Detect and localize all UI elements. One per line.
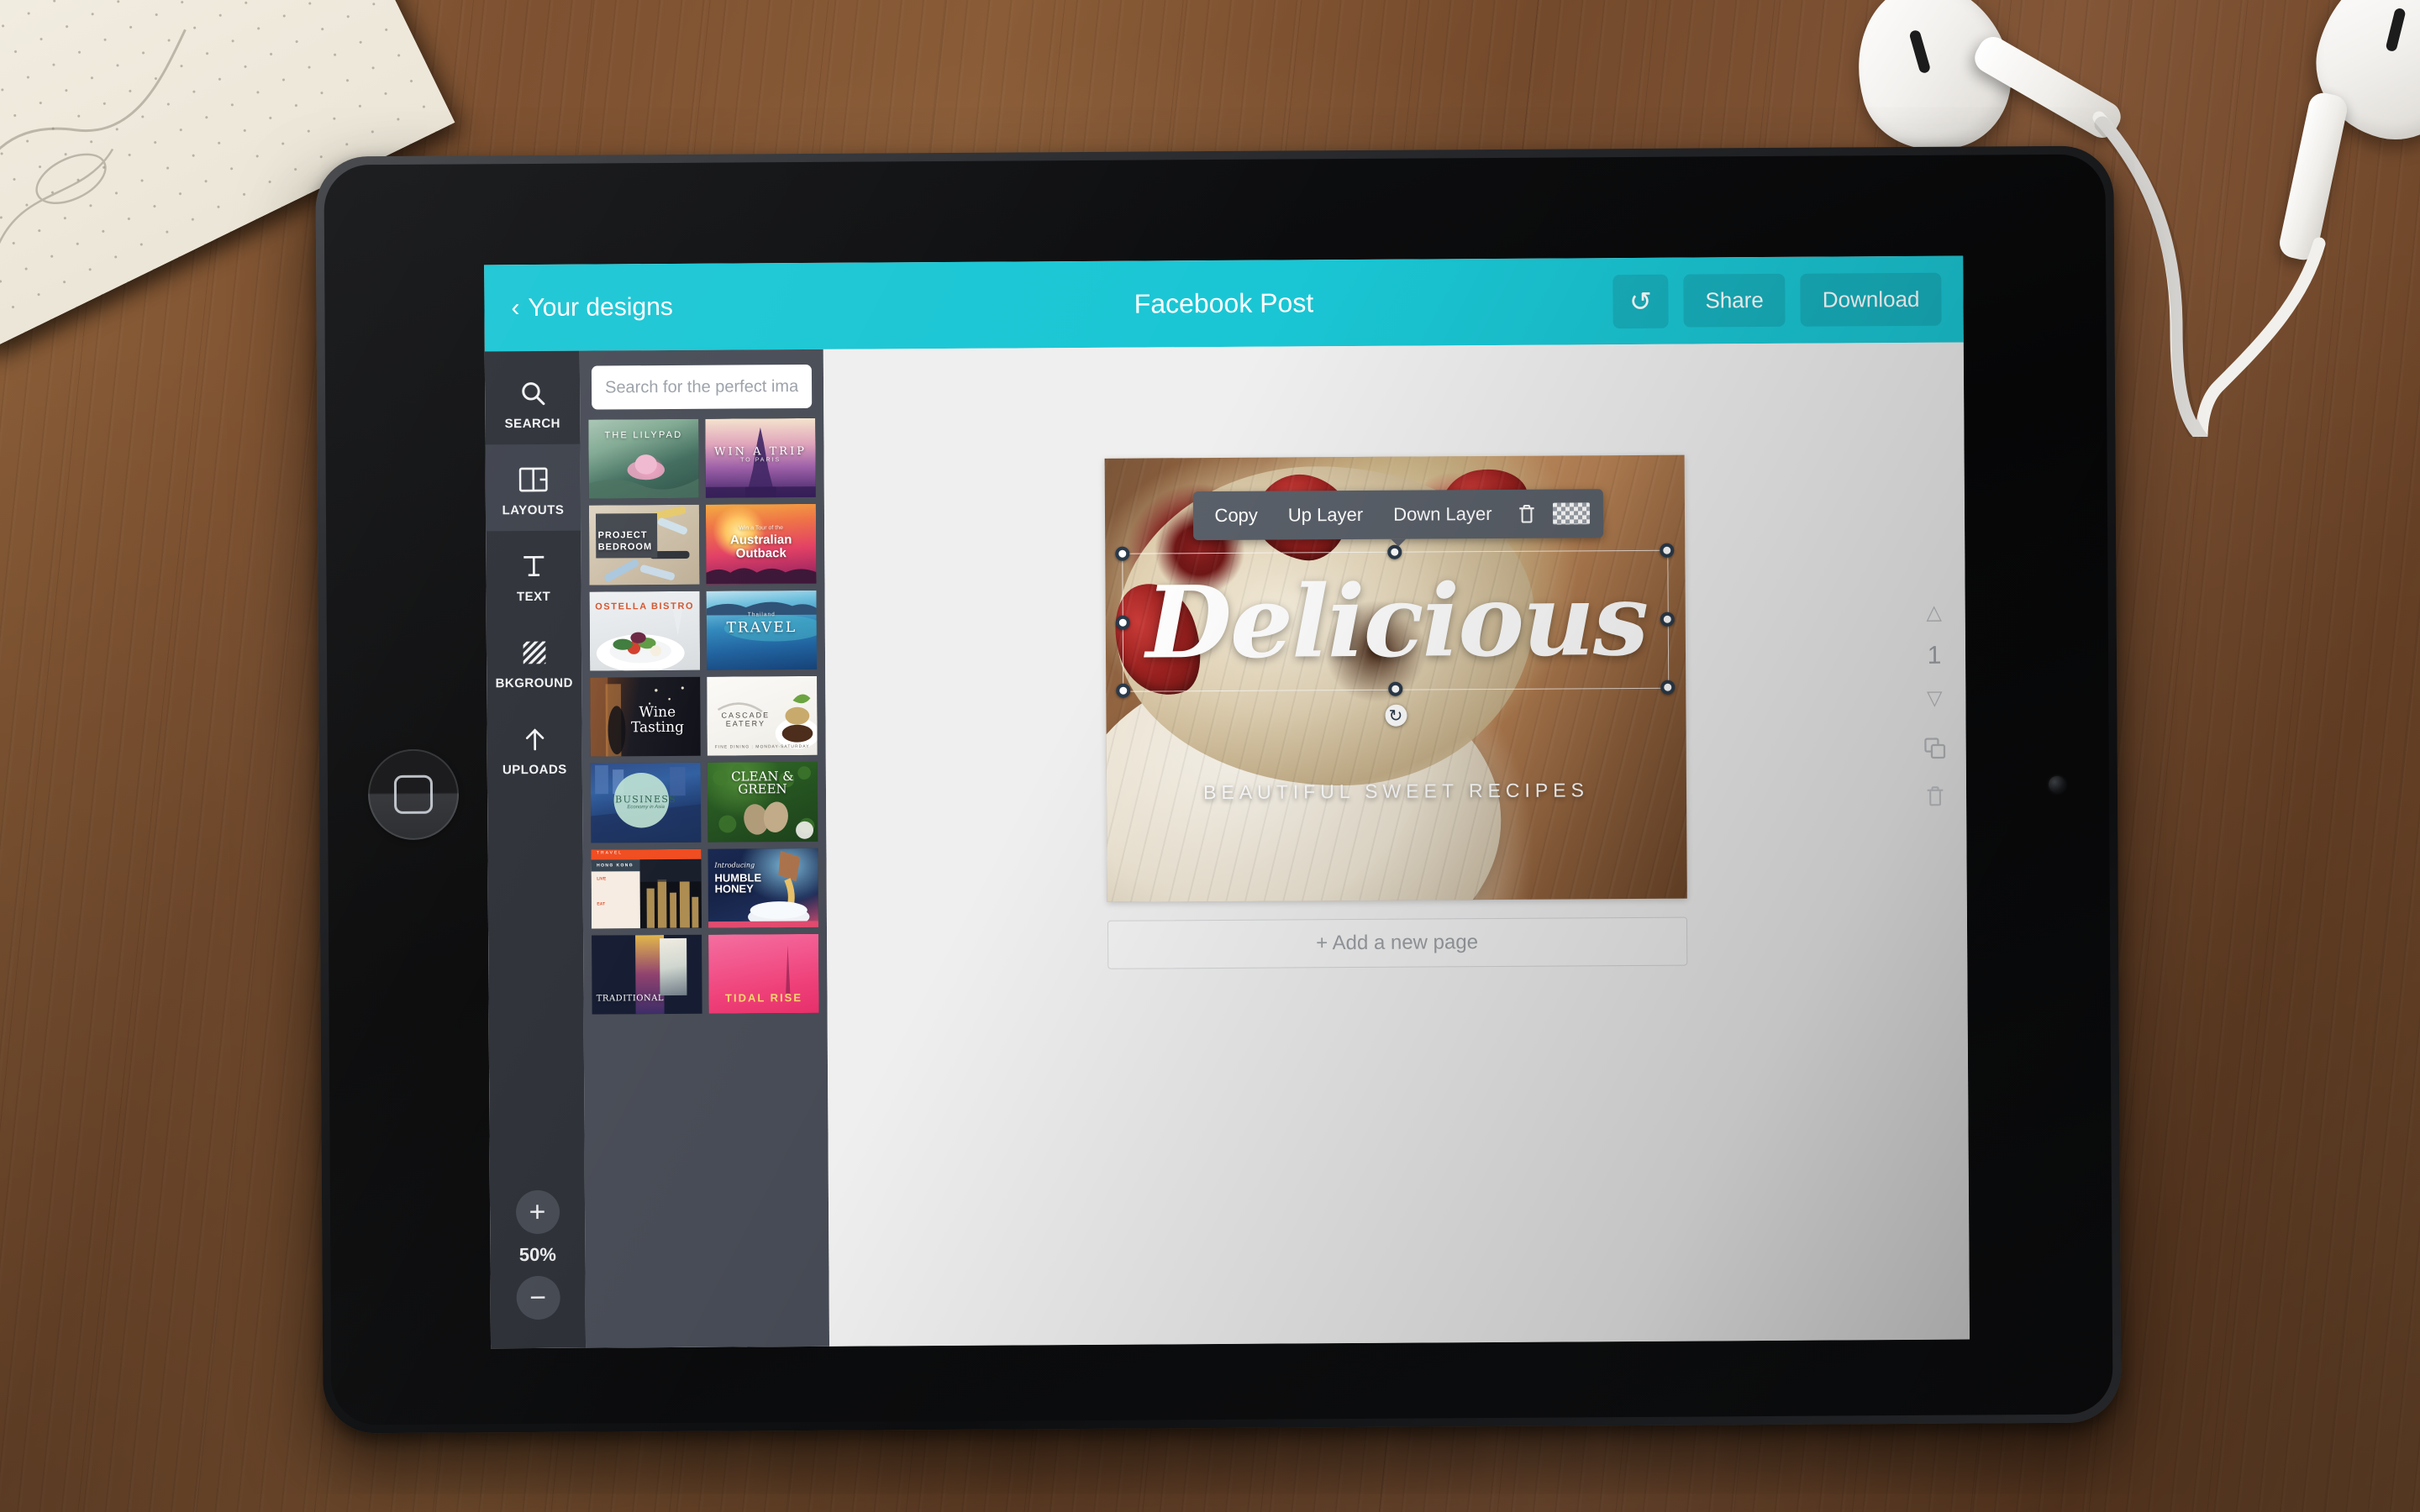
template-thumbnail[interactable]: BUSINESS Economy in Asia xyxy=(590,763,702,843)
search-icon xyxy=(485,376,580,411)
template-thumbnail[interactable]: CLEAN & GREEN xyxy=(707,762,818,843)
template-thumbnail[interactable]: TRADITIONAL xyxy=(592,934,702,1015)
template-thumbnail[interactable]: WIN A TRIP TO PARIS xyxy=(705,417,816,499)
template-thumbnail[interactable]: Introducing HUMBLE HONEY xyxy=(708,848,818,928)
template-title: PROJECT BEDROOM xyxy=(597,530,653,553)
template-subtitle: TO PARIS xyxy=(740,457,781,464)
app-body: SEARCH LAYOUTS TEXT BKGROUND UPLOADS + 5… xyxy=(484,342,1970,1349)
sidebar-item-search[interactable]: SEARCH xyxy=(485,358,581,445)
template-thumbnail[interactable]: CASCADE EATERY FINE DINING : MONDAY-SATU… xyxy=(707,675,818,756)
transparency-icon[interactable] xyxy=(1552,502,1590,525)
design-subtitle-text[interactable]: BEAUTIFUL SWEET RECIPES xyxy=(1106,779,1686,805)
up-layer-button[interactable]: Up Layer xyxy=(1273,496,1379,535)
upload-arrow-icon xyxy=(487,722,581,757)
back-link-label: Your designs xyxy=(528,292,673,322)
template-thumbnail[interactable]: PROJECT BEDROOM xyxy=(588,505,700,585)
zoom-controls: + 50% − xyxy=(515,1189,560,1320)
template-title: CASCADE EATERY xyxy=(721,711,771,729)
home-button-square-icon xyxy=(393,774,434,814)
template-thumbnail[interactable]: THE LILYPAD xyxy=(588,418,699,499)
zoom-out-button[interactable]: − xyxy=(516,1275,560,1320)
duplicate-icon[interactable] xyxy=(1923,736,1948,765)
page-up-button[interactable]: △ xyxy=(1926,601,1942,624)
share-button[interactable]: Share xyxy=(1683,273,1786,328)
template-subtitle: Thailand xyxy=(747,612,776,618)
chevron-left-icon: ‹ xyxy=(511,293,520,322)
background-icon xyxy=(487,636,581,670)
template-title: Australian Outback xyxy=(729,533,792,561)
template-thumbnail[interactable]: OSTELLA BISTRO xyxy=(589,591,701,671)
back-to-your-designs-button[interactable]: ‹ Your designs xyxy=(511,292,673,322)
template-title: TRAVEL xyxy=(726,618,797,637)
undo-button[interactable]: ↺ xyxy=(1612,274,1669,328)
sidebar-item-bkground-label: BKGROUND xyxy=(495,675,573,691)
search-wrap xyxy=(580,349,823,420)
home-button[interactable] xyxy=(367,748,460,841)
search-input[interactable] xyxy=(591,364,813,410)
design-canvas[interactable]: Delicious BEAUTIFUL SWEET RECIPES ↻ Copy… xyxy=(1104,454,1687,902)
template-subtitle: Introducing xyxy=(714,861,755,869)
app-screen: ‹ Your designs Facebook Post ↺ Share Dow… xyxy=(484,255,1970,1349)
trash-icon[interactable] xyxy=(1507,502,1545,526)
sidebar-item-search-label: SEARCH xyxy=(504,416,561,432)
front-camera-icon xyxy=(2048,775,2066,793)
zoom-in-button[interactable]: + xyxy=(515,1189,560,1235)
template-subtitle: Win a Tour of the xyxy=(739,524,783,532)
add-new-page-button[interactable]: + Add a new page xyxy=(1107,916,1687,969)
zoom-level: 50% xyxy=(518,1243,556,1266)
down-layer-button[interactable]: Down Layer xyxy=(1378,495,1507,534)
ipad-device: ‹ Your designs Facebook Post ↺ Share Dow… xyxy=(315,145,2122,1434)
undo-icon: ↺ xyxy=(1628,286,1652,317)
left-rail: SEARCH LAYOUTS TEXT BKGROUND UPLOADS + 5… xyxy=(484,350,587,1349)
template-thumbnail[interactable]: Wine Tasting xyxy=(590,676,701,757)
canvas-area: Delicious BEAUTIFUL SWEET RECIPES ↻ Copy… xyxy=(823,342,1970,1347)
template-subtitle: FINE DINING : MONDAY-SATURDAY xyxy=(714,744,810,750)
template-title: BUSINESS xyxy=(615,793,677,806)
ipad-screen-bezel: ‹ Your designs Facebook Post ↺ Share Dow… xyxy=(324,154,2113,1425)
template-title: Wine Tasting xyxy=(630,703,684,736)
sidebar-item-text[interactable]: TEXT xyxy=(486,531,581,618)
copy-button[interactable]: Copy xyxy=(1199,496,1273,536)
trash-icon[interactable] xyxy=(1923,784,1947,813)
thumb-art-hongkong: HONG KONG LIVE EAT TRAVEL xyxy=(591,848,702,929)
page-down-button[interactable]: ▽ xyxy=(1927,687,1943,710)
template-thumbnail[interactable]: Win a Tour of the Australian Outback xyxy=(705,504,817,585)
design-title-text[interactable]: Delicious xyxy=(1145,561,1648,681)
sidebar-item-layouts[interactable]: LAYOUTS xyxy=(485,444,581,532)
header-actions: ↺ Share Download xyxy=(1612,272,1942,328)
template-thumbnail[interactable]: TIDAL RISE xyxy=(708,933,819,1014)
sidebar-item-bkground[interactable]: BKGROUND xyxy=(487,617,582,705)
element-context-menu: Copy Up Layer Down Layer xyxy=(1192,489,1603,541)
layouts-icon xyxy=(486,463,581,497)
app-header: ‹ Your designs Facebook Post ↺ Share Dow… xyxy=(484,255,1964,352)
template-title: THE LILYPAD xyxy=(604,430,683,441)
template-title: HUMBLE HONEY xyxy=(714,871,762,896)
template-panel: THE LILYPAD xyxy=(579,349,830,1348)
template-thumbnail[interactable]: HONG KONG LIVE EAT TRAVEL xyxy=(591,848,702,929)
page-controls: △ 1 ▽ xyxy=(1922,601,1949,813)
sidebar-item-uploads-label: UPLOADS xyxy=(502,762,567,778)
sidebar-item-uploads[interactable]: UPLOADS xyxy=(487,704,582,791)
template-grid: THE LILYPAD WIN A TRIP TO PARIS PROJECT … xyxy=(580,417,827,1023)
template-title: CLEAN & GREEN xyxy=(731,768,794,797)
page-number: 1 xyxy=(1927,641,1942,669)
download-button[interactable]: Download xyxy=(1800,272,1942,327)
template-subtitle: Economy in Asia xyxy=(627,805,665,811)
template-title: TRADITIONAL xyxy=(596,993,665,1004)
sidebar-item-text-label: TEXT xyxy=(516,589,551,605)
template-thumbnail[interactable]: Thailand TRAVEL xyxy=(706,590,818,670)
sidebar-item-layouts-label: LAYOUTS xyxy=(502,502,565,518)
template-title: OSTELLA BISTRO xyxy=(595,601,695,612)
text-icon xyxy=(486,549,581,584)
template-title: TIDAL RISE xyxy=(724,990,803,1005)
